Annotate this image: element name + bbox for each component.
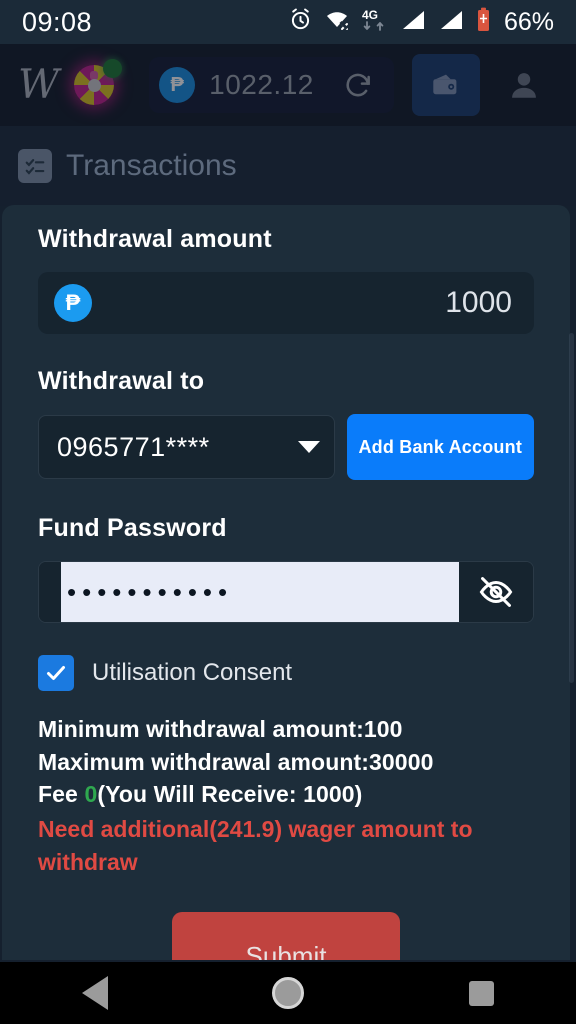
fee-value: 0 [84,781,98,808]
password-left-pad [39,562,61,622]
fee-prefix: Fee [38,781,85,808]
balance-amount: 1022.12 [209,69,314,100]
fee-info: Fee 0(You Will Receive: 1000) [38,778,534,811]
submit-button[interactable]: Submit [172,912,400,960]
submit-button-wrap: Submit [38,912,534,960]
status-bar: 09:08 4G 66% [0,0,576,44]
signal-1-icon [400,8,427,37]
recents-square-icon[interactable] [468,980,494,1006]
refresh-icon[interactable] [338,65,378,105]
utilisation-consent-row[interactable]: Utilisation Consent [38,655,534,691]
withdrawal-form-card: Withdrawal amount ₱ 1000 Withdrawal to 0… [2,205,570,960]
back-triangle-icon[interactable] [82,976,109,1010]
spin-wheel-button[interactable] [65,56,123,114]
fund-password-label: Fund Password [38,514,227,542]
fee-suffix: (You Will Receive: 1000) [97,781,363,808]
wheel-knob [90,71,99,80]
page-title-bar: Transactions [0,126,576,206]
check-icon [47,666,65,680]
maximum-withdrawal-info: Maximum withdrawal amount:30000 [38,748,434,775]
profile-button[interactable] [502,63,546,107]
peso-coin-icon: ₱ [159,67,196,103]
page-title: Transactions [66,149,237,182]
user-avatar-icon [511,73,536,98]
eye-off-icon [479,577,513,607]
bank-account-select[interactable]: 0965771**** [38,415,335,479]
bank-account-value: 0965771**** [57,431,210,462]
utilisation-consent-label: Utilisation Consent [92,659,293,686]
wallet-icon [433,74,457,95]
utilisation-consent-checkbox[interactable] [38,655,74,691]
wheel-badge [103,59,123,78]
vertical-scrollbar[interactable] [569,333,574,683]
svg-text:4G: 4G [362,8,378,22]
wallet-button[interactable] [411,54,480,116]
phone-screen: 09:08 4G 66% W ₱ 1022.12 Transactions Wi… [0,0,576,1024]
alarm-icon [288,7,313,37]
chevron-down-icon [297,441,320,453]
fund-password-row: ••••••••••• [38,561,534,623]
peso-coin-icon: ₱ [54,284,92,322]
withdrawal-info-list: Minimum withdrawal amount:100 Maximum wi… [38,713,534,878]
withdrawal-amount-label: Withdrawal amount [38,225,272,253]
add-bank-account-button[interactable]: Add Bank Account [346,414,534,480]
wifi-off-icon [324,7,350,37]
minimum-withdrawal-info: Minimum withdrawal amount:100 [38,716,403,742]
brand-logo[interactable]: W [18,65,59,105]
data-4g-icon: 4G [361,7,389,38]
withdrawal-to-row: 0965771**** Add Bank Account [38,414,534,480]
home-circle-icon[interactable] [272,977,305,1009]
checklist-icon [18,149,52,183]
withdrawal-to-label: Withdrawal to [38,367,205,395]
fund-password-input[interactable]: ••••••••••• [61,562,459,622]
app-header: W ₱ 1022.12 [0,44,576,126]
password-visibility-toggle[interactable] [459,562,533,622]
status-icons: 4G 66% [288,7,554,38]
balance-chip[interactable]: ₱ 1022.12 [149,57,394,113]
battery-icon [476,7,491,38]
battery-percent: 66% [503,7,554,36]
status-time: 09:08 [22,6,93,37]
android-navigation-bar [0,962,576,1024]
signal-2-icon [438,8,465,37]
withdrawal-amount-input[interactable]: ₱ 1000 [38,272,534,334]
withdrawal-amount-value: 1000 [445,286,512,319]
wager-warning-text: Need additional(241.9) wager amount to w… [38,815,473,875]
